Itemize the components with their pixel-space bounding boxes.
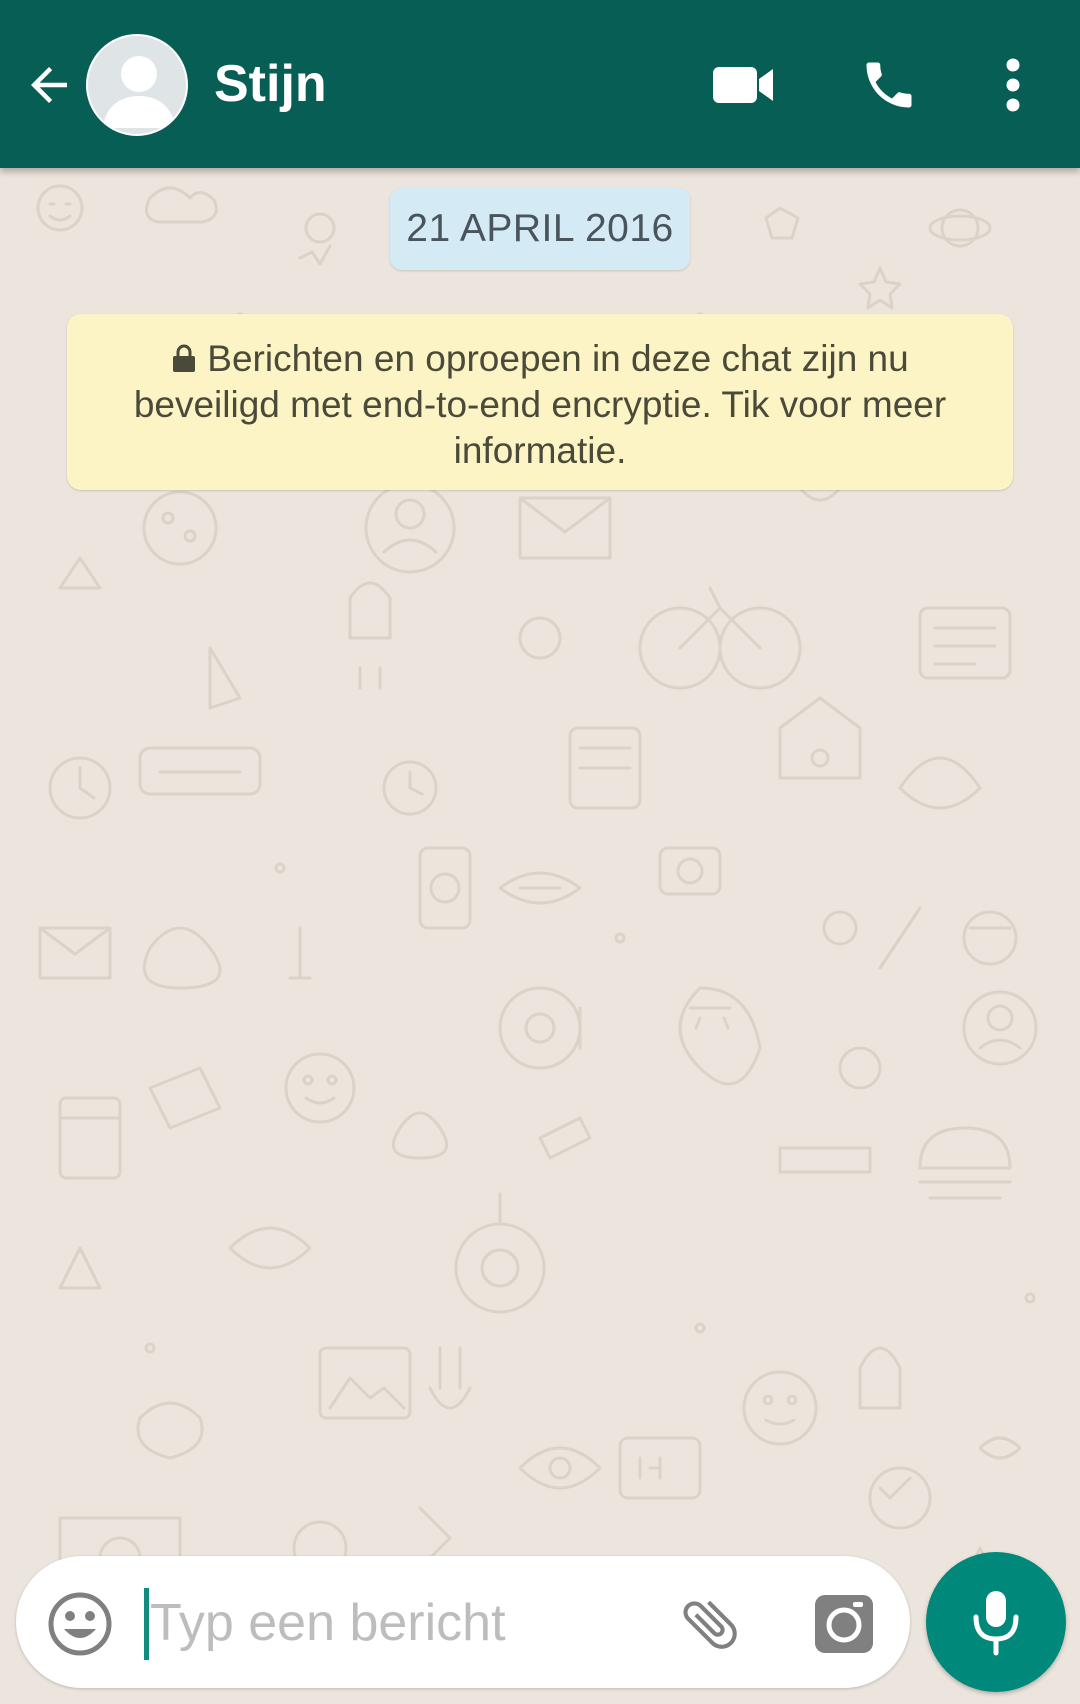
message-composer [16, 1556, 910, 1688]
video-call-button[interactable] [710, 52, 776, 118]
lock-icon [173, 344, 196, 372]
camera-button[interactable] [806, 1586, 882, 1662]
emoji-button[interactable] [44, 1588, 116, 1660]
arrow-left-icon [31, 67, 67, 103]
voice-call-button[interactable] [856, 52, 922, 118]
more-vertical-icon [1006, 58, 1020, 112]
microphone-icon [973, 1591, 1019, 1656]
paperclip-icon [683, 1600, 737, 1649]
back-button[interactable] [18, 54, 80, 116]
contact-name[interactable]: Stijn [214, 52, 327, 116]
date-separator: 21 APRIL 2016 [390, 188, 690, 270]
encryption-notice-text: Berichten en oproepen in deze chat zijn … [133, 338, 947, 471]
attach-button[interactable] [672, 1586, 748, 1662]
avatar[interactable] [86, 34, 188, 136]
encryption-notice[interactable]: Berichten en oproepen in deze chat zijn … [67, 314, 1013, 490]
camera-icon [815, 1595, 873, 1653]
smiley-icon [48, 1592, 112, 1656]
text-caret [144, 1588, 149, 1660]
voice-message-button[interactable] [926, 1552, 1066, 1692]
video-camera-icon [713, 67, 773, 103]
default-avatar-icon [103, 56, 175, 128]
phone-icon [866, 62, 912, 108]
overflow-menu-button[interactable] [980, 52, 1046, 118]
message-input[interactable] [150, 1578, 630, 1668]
chat-header: Stijn [0, 0, 1080, 168]
